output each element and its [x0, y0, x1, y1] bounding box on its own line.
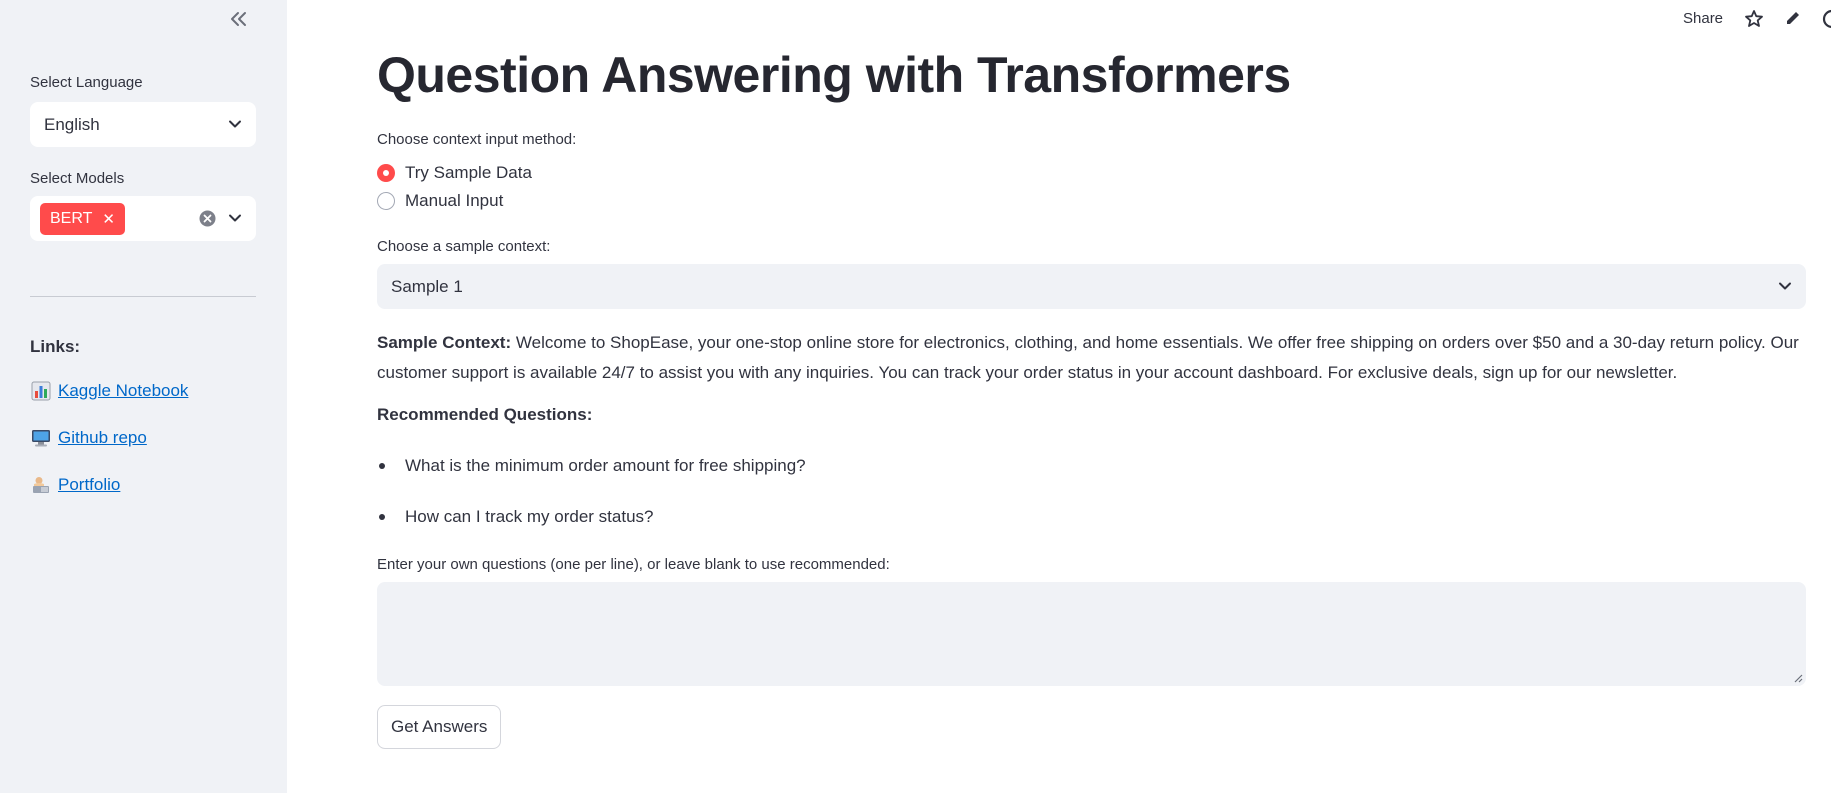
double-chevron-left-icon — [231, 12, 246, 26]
radio-try-sample-data[interactable]: Try Sample Data — [377, 163, 532, 183]
star-icon[interactable] — [1744, 9, 1764, 29]
input-method-label: Choose context input method: — [377, 131, 577, 148]
page-title: Question Answering with Transformers — [377, 47, 1291, 103]
radio-label: Manual Input — [405, 191, 504, 210]
radio-unselected-icon — [377, 192, 395, 210]
sample-context-value: Sample 1 — [391, 276, 463, 296]
sidebar: Select Language English Select Models BE… — [0, 0, 287, 793]
kaggle-notebook-link[interactable]: Kaggle Notebook — [58, 381, 188, 401]
sample-context-label: Choose a sample context: — [377, 238, 551, 255]
recommended-questions-title: Recommended Questions: — [377, 405, 593, 424]
resize-handle-icon[interactable] — [1793, 673, 1803, 683]
bullet-dot — [379, 514, 385, 520]
language-select[interactable]: English — [30, 102, 256, 147]
models-label: Select Models — [30, 170, 125, 187]
remove-tag-icon[interactable]: ✕ — [102, 210, 115, 228]
clear-all-icon[interactable] — [199, 210, 216, 227]
models-multiselect[interactable]: BERT ✕ — [30, 196, 256, 241]
chevron-down-icon — [229, 214, 241, 222]
sample-context-select[interactable]: Sample 1 — [377, 264, 1806, 309]
sample-context-text: Welcome to ShopEase, your one-stop onlin… — [377, 333, 1799, 382]
questions-input-label: Enter your own questions (one per line),… — [377, 556, 890, 573]
list-item: How can I track my order status? — [379, 507, 653, 527]
model-tag-label: BERT — [50, 209, 93, 227]
bar-chart-icon — [31, 381, 51, 401]
recommended-question: What is the minimum order amount for fre… — [405, 456, 806, 475]
recommended-question: How can I track my order status? — [405, 507, 654, 526]
language-label: Select Language — [30, 74, 143, 91]
radio-label: Try Sample Data — [405, 163, 532, 182]
bullet-dot — [379, 463, 385, 469]
share-button[interactable]: Share — [1683, 10, 1723, 27]
sidebar-divider — [30, 296, 256, 297]
language-value: English — [44, 114, 100, 134]
link-item-github: Github repo — [31, 428, 147, 448]
edit-pencil-icon[interactable] — [1784, 9, 1802, 27]
link-item-kaggle: Kaggle Notebook — [31, 381, 188, 401]
list-item: What is the minimum order amount for fre… — [379, 456, 806, 476]
github-icon[interactable] — [1822, 9, 1831, 29]
links-title: Links: — [30, 337, 81, 356]
sample-context-prefix: Sample Context: — [377, 333, 512, 352]
link-item-portfolio: Portfolio — [31, 475, 120, 495]
computer-icon — [32, 430, 50, 447]
radio-manual-input[interactable]: Manual Input — [377, 191, 503, 211]
radio-selected-icon — [377, 164, 395, 182]
collapse-sidebar-button[interactable] — [225, 6, 253, 32]
get-answers-button[interactable]: Get Answers — [377, 705, 502, 749]
sample-context-paragraph: Sample Context: Welcome to ShopEase, you… — [377, 328, 1807, 388]
chevron-down-icon — [229, 120, 241, 128]
github-repo-link[interactable]: Github repo — [58, 428, 147, 448]
chevron-down-icon — [1779, 282, 1791, 290]
person-at-computer-icon — [33, 477, 49, 493]
model-tag: BERT ✕ — [40, 202, 125, 235]
questions-textarea[interactable] — [377, 582, 1806, 686]
portfolio-link[interactable]: Portfolio — [58, 475, 120, 495]
